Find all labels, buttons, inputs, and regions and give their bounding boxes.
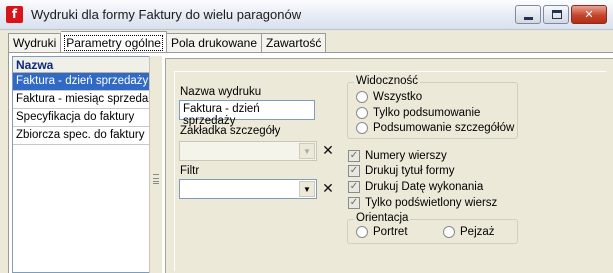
tab-pola-drukowane[interactable]: Pola drukowane — [166, 33, 263, 52]
close-icon: ✕ — [584, 8, 594, 21]
minimize-button[interactable] — [515, 5, 541, 24]
checkbox-label: Numery wierszy — [365, 150, 447, 162]
checkbox-label: Tylko podświetlony wiersz — [365, 197, 498, 209]
list-item[interactable]: Specyfikacja do faktury — [13, 109, 149, 127]
list-item[interactable]: Faktura - dzień sprzedaży — [13, 73, 149, 91]
detail-tab-combo[interactable]: ▼ — [179, 141, 317, 161]
tab-wydruki[interactable]: Wydruki — [8, 33, 62, 52]
chevron-down-icon[interactable]: ▼ — [299, 181, 315, 197]
app-icon: f — [6, 6, 23, 23]
chevron-down-icon[interactable]: ▼ — [299, 143, 315, 159]
list-column-header[interactable]: Nazwa — [13, 57, 149, 73]
radio-portret[interactable]: Portret — [356, 226, 408, 238]
checkbox-label: Drukuj tytuł formy — [365, 165, 455, 177]
visibility-group-title: Widoczność — [354, 75, 420, 87]
checkmark-icon[interactable]: ✓ — [348, 150, 360, 162]
radio-podsumowanie-szczegolow[interactable]: Podsumowanie szczegółów — [356, 122, 514, 134]
checkmark-icon[interactable]: ✓ — [348, 165, 360, 177]
tab-strip: Wydruki Parametry ogólne Pola drukowane … — [8, 31, 327, 52]
tab-label: Wydruki — [13, 36, 57, 50]
tab-label: Pola drukowane — [170, 36, 258, 50]
checkmark-icon[interactable]: ✓ — [348, 181, 360, 193]
radio-wszystko[interactable]: Wszystko — [356, 91, 422, 103]
list-item[interactable]: Zbiorcza spec. do faktury — [13, 127, 149, 145]
print-name-input[interactable]: Faktura - dzień sprzedaży — [179, 100, 315, 127]
radio-circle-icon[interactable] — [443, 226, 455, 238]
print-name-label: Nazwa wydruku — [180, 86, 262, 98]
radio-circle-icon[interactable] — [356, 91, 368, 103]
checkmark-icon[interactable]: ✓ — [348, 197, 360, 209]
detail-tab-label: Zakładka szczegóły — [180, 125, 281, 137]
title-bar[interactable]: f Wydruki dla formy Faktury do wielu par… — [0, 0, 613, 30]
tab-label: Zawartość — [266, 36, 322, 50]
radio-circle-icon[interactable] — [356, 107, 368, 119]
filter-combo[interactable]: ▼ — [179, 179, 317, 199]
splitter[interactable] — [149, 56, 162, 273]
orientation-group-title: Orientacja — [354, 212, 411, 224]
close-button[interactable]: ✕ — [571, 5, 607, 24]
checkbox-label: Drukuj Datę wykonania — [365, 181, 484, 193]
radio-label: Pejzaż — [460, 226, 495, 238]
checkbox-tylko-podswietlony[interactable]: ✓ Tylko podświetlony wiersz — [348, 197, 497, 209]
radio-label: Wszystko — [373, 91, 423, 103]
checkbox-drukuj-date[interactable]: ✓ Drukuj Datę wykonania — [348, 181, 483, 193]
maximize-button[interactable] — [543, 5, 569, 24]
radio-label: Tylko podsumowanie — [373, 107, 481, 119]
clear-detail-tab-button[interactable]: ✕ — [321, 143, 335, 159]
radio-label: Podsumowanie szczegółów — [373, 122, 515, 134]
tab-zawartosc[interactable]: Zawartość — [262, 33, 327, 52]
minimize-icon — [524, 17, 533, 20]
checkbox-numery-wierszy[interactable]: ✓ Numery wierszy — [348, 150, 447, 162]
print-list[interactable]: Nazwa Faktura - dzień sprzedaży Faktura … — [12, 56, 149, 273]
radio-circle-icon[interactable] — [356, 122, 368, 134]
radio-pejzaz[interactable]: Pejzaż — [443, 226, 495, 238]
tab-label: Parametry ogólne — [64, 35, 163, 51]
checkbox-drukuj-tytul[interactable]: ✓ Drukuj tytuł formy — [348, 165, 454, 177]
radio-label: Portret — [373, 226, 408, 238]
list-item[interactable]: Faktura - miesiąc sprzedaży — [13, 91, 149, 109]
splitter-grip-icon — [153, 174, 159, 184]
clear-filter-button[interactable]: ✕ — [321, 181, 335, 197]
maximize-icon — [552, 10, 562, 19]
radio-circle-icon[interactable] — [356, 226, 368, 238]
tab-parametry-ogolne[interactable]: Parametry ogólne — [61, 31, 167, 52]
filter-label: Filtr — [180, 165, 200, 177]
radio-tylko-podsumowanie[interactable]: Tylko podsumowanie — [356, 107, 480, 119]
window-title: Wydruki dla formy Faktury do wielu parag… — [31, 7, 302, 22]
